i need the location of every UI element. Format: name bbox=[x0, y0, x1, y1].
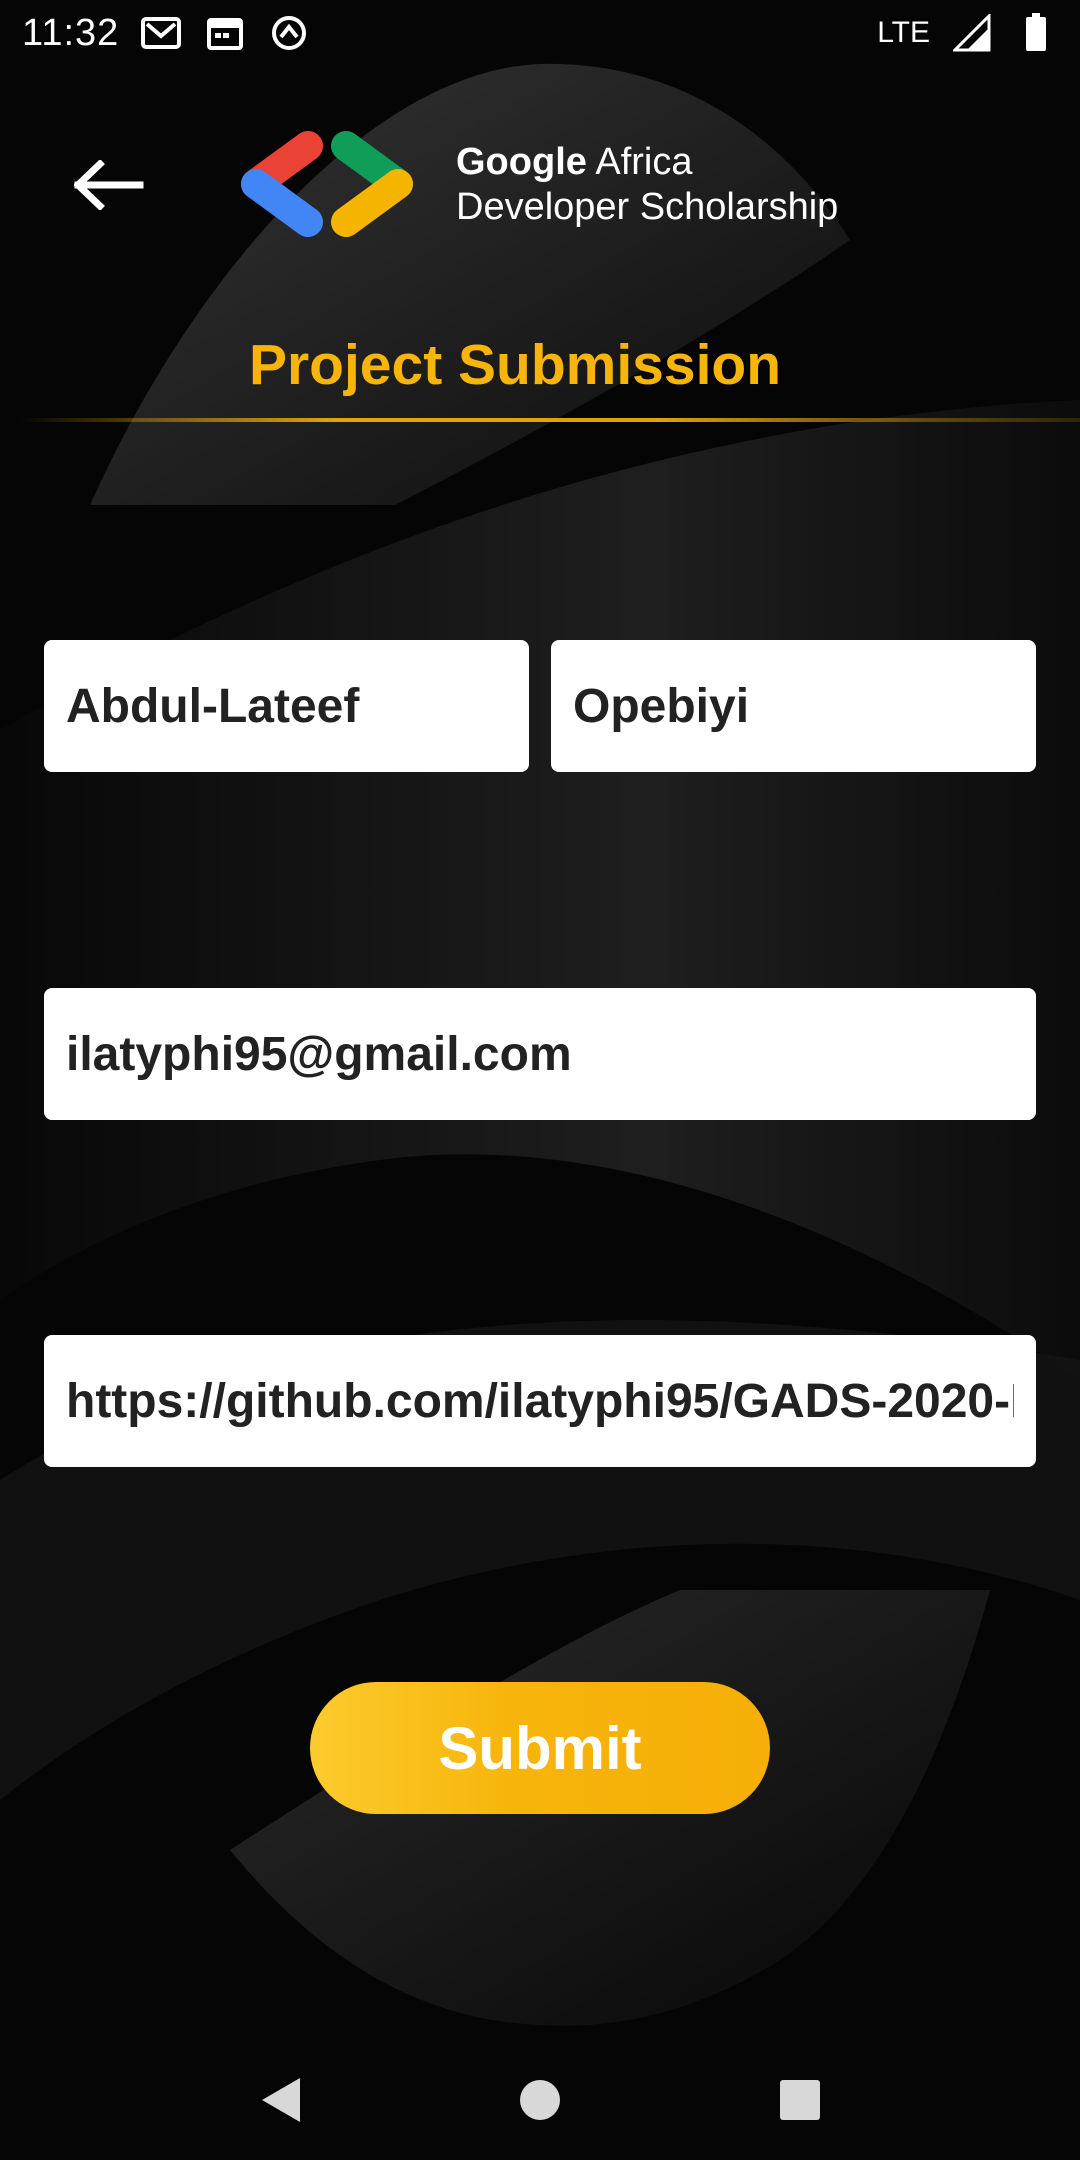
last-name-input[interactable] bbox=[573, 678, 1014, 734]
github-link-input[interactable] bbox=[66, 1373, 1014, 1429]
github-link-field[interactable] bbox=[44, 1335, 1036, 1467]
status-left: 11:32 bbox=[22, 11, 311, 55]
logo-line-1: Google Africa bbox=[456, 140, 838, 185]
nav-back-button[interactable] bbox=[235, 2055, 325, 2145]
back-button[interactable] bbox=[64, 148, 154, 222]
status-bar: 11:32 LTE bbox=[0, 0, 1080, 66]
email-field[interactable] bbox=[44, 988, 1036, 1120]
navigation-bar bbox=[0, 2040, 1080, 2160]
arrow-left-icon bbox=[74, 160, 144, 210]
back-icon bbox=[262, 2078, 300, 2122]
calendar-icon bbox=[203, 11, 247, 55]
recents-icon bbox=[780, 2080, 820, 2120]
submit-button[interactable]: Submit bbox=[310, 1682, 770, 1814]
nav-recents-button[interactable] bbox=[755, 2055, 845, 2145]
logo-line-2: Developer Scholarship bbox=[456, 186, 839, 228]
signal-icon bbox=[950, 11, 994, 55]
battery-icon bbox=[1014, 11, 1058, 55]
page-title: Project Submission bbox=[248, 333, 782, 397]
logo-google: Google bbox=[456, 141, 587, 184]
nav-home-button[interactable] bbox=[495, 2055, 585, 2145]
home-icon bbox=[520, 2080, 560, 2120]
status-right: LTE bbox=[877, 11, 1058, 55]
last-name-field[interactable] bbox=[551, 640, 1036, 772]
sync-icon bbox=[267, 11, 311, 55]
app-screen: 11:32 LTE Google Africa Developer Schola… bbox=[0, 0, 1080, 2160]
email-input[interactable] bbox=[66, 1026, 1014, 1082]
first-name-field[interactable] bbox=[44, 640, 529, 772]
network-type: LTE bbox=[877, 16, 930, 49]
logo-africa: Africa bbox=[586, 141, 693, 184]
gads-logo-icon bbox=[241, 131, 413, 237]
title-divider bbox=[20, 418, 1080, 422]
logo-text: Google Africa Developer Scholarship bbox=[456, 140, 838, 230]
status-time: 11:32 bbox=[22, 11, 120, 54]
gmail-icon bbox=[139, 11, 183, 55]
first-name-input[interactable] bbox=[66, 678, 507, 734]
gads-logo: Google Africa Developer Scholarship bbox=[234, 130, 838, 240]
